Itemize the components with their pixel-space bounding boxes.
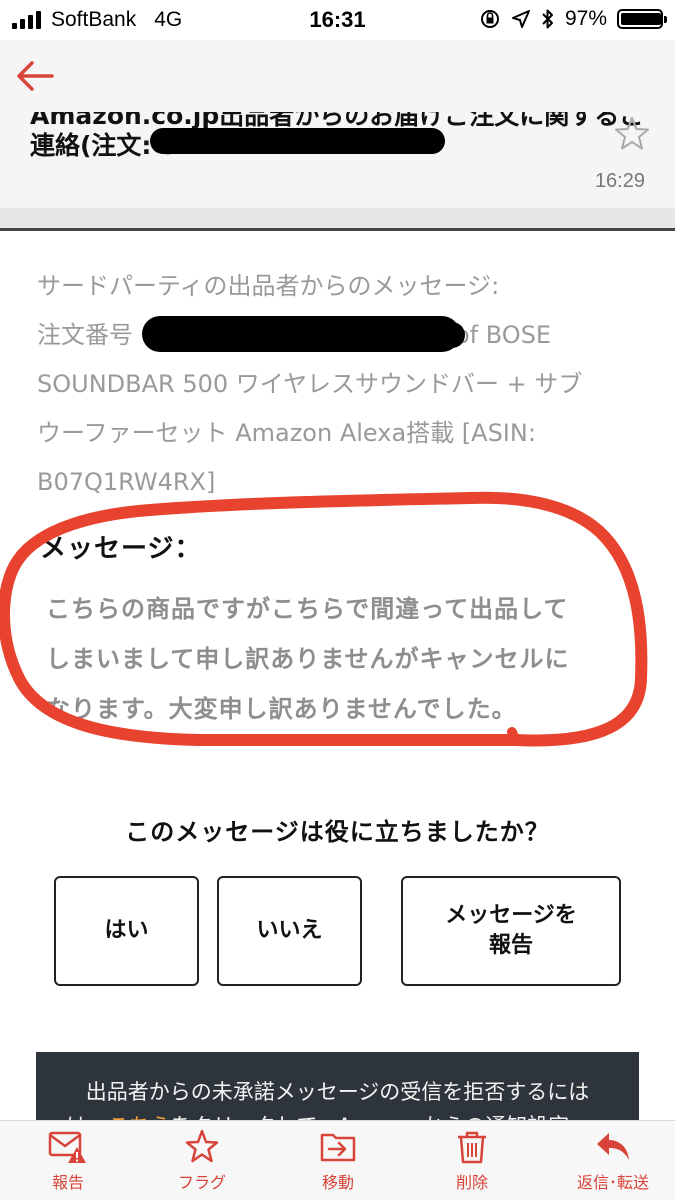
helpful-no-button[interactable]: いいえ xyxy=(217,876,362,986)
nav-bar xyxy=(0,40,675,112)
helpful-question: このメッセージは役に立ちましたか？ xyxy=(125,818,550,846)
delete-button[interactable]: 削除 xyxy=(422,1129,522,1193)
order-meta: サードパーティの出品者からのメッセージ: 注文番号 of BOSE SOUNDBA… xyxy=(37,262,637,507)
reply-forward-button[interactable]: 返信･転送 xyxy=(558,1129,668,1193)
redaction-mark xyxy=(150,128,445,154)
status-bar: SoftBank 4G 16:31 97% xyxy=(0,0,675,40)
meta-line: B07Q1RW4RX] xyxy=(37,468,216,496)
message-line: しまいまして申し訳ありませんがキャンセルに xyxy=(46,645,570,673)
toolbar-label: フラグ xyxy=(177,1173,226,1192)
location-arrow-icon xyxy=(511,10,530,28)
header-divider xyxy=(0,208,675,228)
product-name-start: of BOSE xyxy=(455,321,552,349)
meta-line: サードパーティの出品者からのメッセージ: xyxy=(37,272,500,300)
report-button-line: 報告 xyxy=(488,933,533,958)
bottom-toolbar: 報告 フラグ 移動 削除 返信･転送 xyxy=(0,1120,675,1200)
reply-icon xyxy=(597,1133,629,1160)
back-arrow-icon xyxy=(17,61,54,91)
report-button[interactable]: 報告 xyxy=(18,1129,118,1193)
flag-button[interactable]: フラグ xyxy=(152,1129,252,1193)
helpful-yes-button[interactable]: はい xyxy=(54,876,199,986)
toolbar-label: 移動 xyxy=(321,1173,354,1192)
email-header: Amazon.co.jp出品者からのお届けご注文に関するご 連絡(注文: 5 xyxy=(0,112,675,208)
toolbar-label: 返信･転送 xyxy=(576,1173,649,1192)
toolbar-label: 削除 xyxy=(455,1173,488,1192)
redaction-mark xyxy=(395,322,465,348)
toolbar-label: 報告 xyxy=(51,1173,84,1192)
star-outline-icon xyxy=(615,117,649,150)
meta-line: SOUNDBAR 500 ワイヤレスサウンドバー + サブ xyxy=(37,370,583,398)
order-number-label: 注文番号 xyxy=(37,321,133,349)
email-time: 16:29 xyxy=(594,170,645,192)
meta-line: ウーファーセット Amazon Alexa搭載 [ASIN: xyxy=(37,419,536,447)
notice-line: 出品者からの未承諾メッセージの受信を拒否するには xyxy=(85,1080,590,1104)
message-line: なります。大変申し訳ありませんでした。 xyxy=(46,695,517,723)
bluetooth-icon xyxy=(542,9,553,29)
message-body: こちらの商品ですがこちらで間違って出品して しまいまして申し訳ありませんがキャン… xyxy=(46,584,626,734)
star-button[interactable] xyxy=(612,114,652,154)
report-button-line: メッセージを xyxy=(445,903,577,928)
orientation-lock-icon xyxy=(480,10,499,28)
status-right: 97% xyxy=(479,7,667,31)
report-spam-icon xyxy=(48,1131,86,1163)
move-folder-icon xyxy=(320,1133,356,1162)
battery-percent: 97% xyxy=(564,7,607,30)
flag-star-icon xyxy=(185,1129,219,1163)
message-label: メッセージ： xyxy=(40,534,202,564)
move-button[interactable]: 移動 xyxy=(288,1129,388,1193)
header-divider-line xyxy=(0,228,675,231)
report-message-button[interactable]: メッセージを 報告 xyxy=(401,876,621,986)
message-line: こちらの商品ですがこちらで間違って出品して xyxy=(46,595,569,623)
battery-icon xyxy=(617,9,667,29)
trash-icon xyxy=(458,1131,486,1164)
back-button[interactable] xyxy=(14,54,58,98)
